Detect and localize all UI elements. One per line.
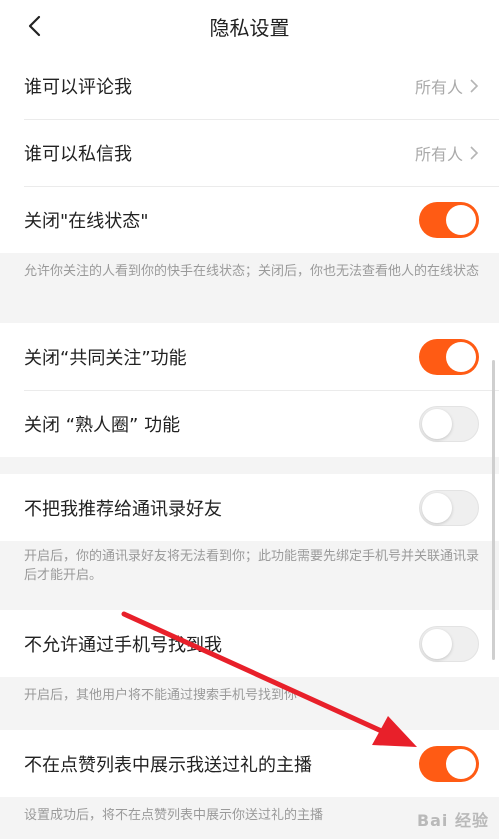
row-label: 谁可以评论我: [24, 76, 132, 98]
online-status-note: 允许你关注的人看到你的快手在线状态；关闭后，你也无法查看他人的在线状态: [24, 264, 480, 279]
online-status-toggle[interactable]: [419, 201, 479, 238]
phone-search-note: 开启后，其他用户将不能通过搜索手机号找到你: [24, 688, 298, 703]
acquaintance-circle-toggle[interactable]: [419, 405, 479, 442]
gift-anchors-note: 设置成功后，将不在点赞列表中展示你送过礼的主播: [24, 808, 324, 823]
gift-anchors-toggle[interactable]: [419, 745, 479, 782]
row-acquaintance-circle: 关闭 “熟人圈” 功能: [0, 390, 499, 457]
row-label: 谁可以私信我: [24, 143, 132, 165]
row-mutual-follow: 关闭“共同关注”功能: [0, 323, 499, 390]
row-label: 不在点赞列表中展示我送过礼的主播: [24, 754, 312, 776]
row-label: 不把我推荐给通讯录好友: [24, 498, 222, 520]
toggle-knob: [446, 204, 476, 235]
chevron-right-icon: [470, 145, 479, 160]
page-title: 隐私设置: [209, 15, 290, 40]
settings-group-phone: 不允许通过手机号找到我: [0, 610, 499, 677]
mutual-follow-toggle[interactable]: [419, 338, 479, 375]
row-who-can-comment[interactable]: 谁可以评论我 所有人: [0, 52, 499, 119]
row-phone-search: 不允许通过手机号找到我: [0, 610, 499, 677]
row-value: 所有人: [415, 74, 479, 98]
row-label: 关闭"在线状态": [24, 210, 149, 232]
settings-group-contacts: 不把我推荐给通讯录好友: [0, 474, 499, 541]
contacts-recommend-toggle[interactable]: [419, 489, 479, 526]
settings-group-follow: 关闭“共同关注”功能 关闭 “熟人圈” 功能: [0, 323, 499, 457]
contacts-recommend-note: 开启后，你的通讯录好友将无法看到你；此功能需要先绑定手机号并关联通讯录后才能开启…: [24, 549, 480, 583]
row-gift-anchors-hidden: 不在点赞列表中展示我送过礼的主播: [0, 730, 499, 797]
row-online-status: 关闭"在线状态": [0, 186, 499, 253]
row-who-can-message[interactable]: 谁可以私信我 所有人: [0, 119, 499, 186]
row-label: 关闭 “熟人圈” 功能: [24, 414, 181, 436]
settings-group-visibility: 谁可以评论我 所有人 谁可以私信我 所有人 关闭"在线状态": [0, 52, 499, 253]
row-value-text: 所有人: [414, 144, 463, 164]
row-value: 所有人: [415, 141, 479, 165]
settings-group-likes: 不在点赞列表中展示我送过礼的主播: [0, 730, 499, 797]
watermark-logo: Bai 经验: [416, 811, 489, 830]
chevron-right-icon: [470, 78, 479, 93]
chevron-left-icon[interactable]: [22, 12, 50, 40]
toggle-knob: [446, 748, 476, 779]
toggle-knob: [422, 408, 452, 439]
top-bar: 隐私设置: [0, 0, 499, 52]
toggle-knob: [422, 492, 452, 523]
phone-search-toggle[interactable]: [419, 625, 479, 662]
toggle-knob: [422, 628, 452, 659]
scrollbar[interactable]: [492, 360, 495, 660]
row-value-text: 所有人: [414, 77, 463, 97]
row-contacts-recommend: 不把我推荐给通讯录好友: [0, 474, 499, 541]
row-label: 关闭“共同关注”功能: [24, 347, 187, 369]
row-label: 不允许通过手机号找到我: [24, 634, 222, 656]
toggle-knob: [446, 341, 476, 372]
